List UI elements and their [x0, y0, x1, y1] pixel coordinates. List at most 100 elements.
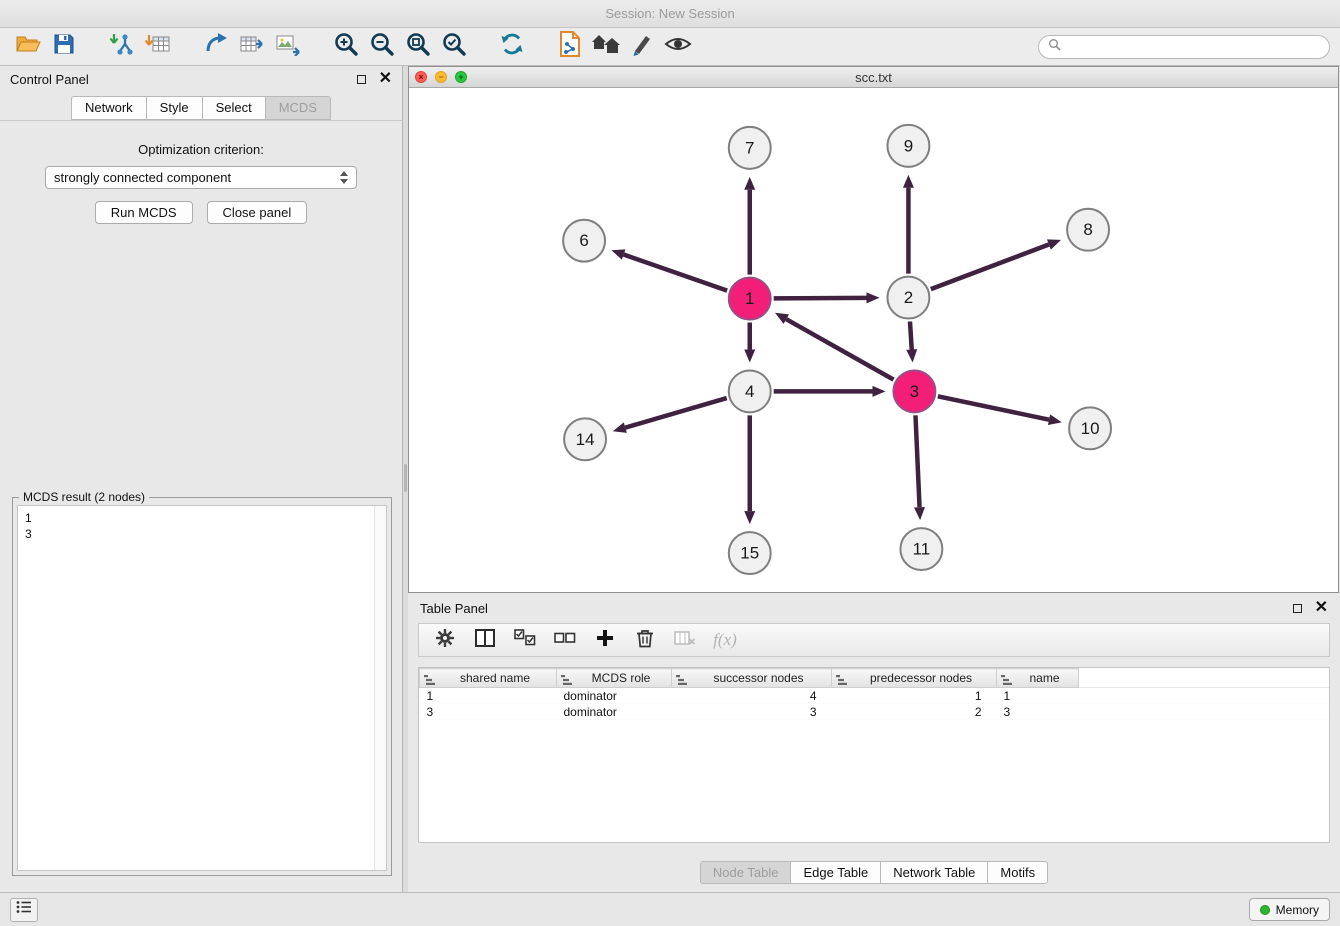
- cell-mcds-role[interactable]: dominator: [557, 704, 672, 720]
- deselect-all-button[interactable]: [553, 628, 577, 652]
- graph-edge-3-10[interactable]: [938, 396, 1049, 419]
- close-window-icon[interactable]: ×: [415, 71, 427, 83]
- table-panel-title: Table Panel: [420, 601, 488, 616]
- zoom-fit-button[interactable]: [400, 31, 436, 63]
- main-toolbar: [0, 28, 1340, 66]
- graph-arrowhead: [867, 292, 880, 303]
- cell-successor-nodes[interactable]: 3: [672, 704, 832, 720]
- criterion-dropdown[interactable]: strongly connected component: [45, 166, 357, 189]
- column-header-mcds-role[interactable]: MCDS role: [557, 669, 672, 688]
- refresh-layout-button[interactable]: [494, 31, 530, 63]
- close-panel-icon[interactable]: ✕: [379, 71, 392, 87]
- tab-mcds[interactable]: MCDS: [265, 96, 331, 120]
- float-panel-icon[interactable]: [357, 75, 366, 84]
- search-box[interactable]: [1038, 35, 1330, 59]
- network-file-icon: [558, 30, 582, 63]
- close-panel-button[interactable]: Close panel: [207, 201, 308, 224]
- show-hide-button[interactable]: [660, 31, 696, 63]
- delete-column-button[interactable]: [633, 628, 657, 652]
- graph-edge-2-8[interactable]: [931, 245, 1049, 290]
- graph-arrowhead: [613, 422, 627, 432]
- graph-arrowhead: [906, 349, 917, 362]
- network-graph[interactable]: 7968124314101511: [409, 88, 1338, 592]
- column-header-shared-name[interactable]: shared name: [420, 669, 557, 688]
- memory-button[interactable]: Memory: [1249, 898, 1330, 921]
- table-row[interactable]: 3 dominator 3 2 3: [420, 704, 1330, 720]
- graph-edge-1-2[interactable]: [774, 298, 867, 299]
- graph-arrowhead: [744, 511, 755, 524]
- tab-node-table[interactable]: Node Table: [700, 861, 791, 884]
- import-network-button[interactable]: [104, 31, 140, 63]
- table-settings-button[interactable]: [433, 628, 457, 652]
- graph-arrowhead: [903, 175, 914, 188]
- export-network-button[interactable]: [198, 31, 234, 63]
- cell-name[interactable]: 1: [997, 688, 1079, 704]
- graph-node-label-8: 8: [1083, 220, 1092, 239]
- maximize-window-icon[interactable]: +: [455, 71, 467, 83]
- select-all-icon: [514, 629, 536, 652]
- column-header-filler: [1079, 669, 1330, 688]
- cell-mcds-role[interactable]: dominator: [557, 688, 672, 704]
- table-row[interactable]: 1 dominator 4 1 1: [420, 688, 1330, 704]
- optimization-criterion-label: Optimization criterion:: [0, 142, 402, 157]
- import-table-button[interactable]: [140, 31, 176, 63]
- search-input[interactable]: [1066, 40, 1320, 54]
- graph-edge-4-14[interactable]: [625, 398, 726, 428]
- cell-shared-name[interactable]: 3: [420, 704, 557, 720]
- cell-predecessor-nodes[interactable]: 1: [832, 688, 997, 704]
- import-network-icon: [109, 32, 135, 61]
- tab-select[interactable]: Select: [202, 96, 265, 120]
- tab-network-table[interactable]: Network Table: [880, 861, 987, 884]
- refresh-icon: [499, 31, 525, 62]
- graph-edge-3-1[interactable]: [786, 319, 893, 379]
- graph-edge-1-6[interactable]: [624, 255, 727, 291]
- run-mcds-button[interactable]: Run MCDS: [95, 201, 193, 224]
- tab-edge-table[interactable]: Edge Table: [790, 861, 880, 884]
- float-table-panel-icon[interactable]: [1293, 604, 1302, 613]
- task-history-button[interactable]: [10, 898, 38, 922]
- open-session-button[interactable]: [10, 31, 46, 63]
- close-table-panel-icon[interactable]: ✕: [1315, 600, 1328, 616]
- tab-style[interactable]: Style: [146, 96, 202, 120]
- table-panel-header: Table Panel ✕: [408, 593, 1340, 623]
- control-panel-title: Control Panel: [10, 72, 89, 87]
- zoom-in-button[interactable]: [328, 31, 364, 63]
- cell-successor-nodes[interactable]: 4: [672, 688, 832, 704]
- network-canvas[interactable]: 7968124314101511: [409, 88, 1338, 592]
- cell-name[interactable]: 3: [997, 704, 1079, 720]
- tab-motifs[interactable]: Motifs: [987, 861, 1048, 884]
- control-panel-tabs: Network Style Select MCDS: [0, 92, 402, 121]
- control-panel: Control Panel ✕ Network Style Select MCD…: [0, 66, 403, 892]
- graph-node-label-3: 3: [910, 382, 919, 401]
- tab-network[interactable]: Network: [71, 96, 146, 120]
- first-neighbors-button[interactable]: [588, 31, 624, 63]
- plus-icon: [595, 628, 615, 653]
- export-image-button[interactable]: [270, 31, 306, 63]
- graph-arrowhead: [744, 177, 755, 190]
- show-columns-button[interactable]: [473, 628, 497, 652]
- result-scrollbar[interactable]: [374, 506, 386, 870]
- style-button[interactable]: [624, 31, 660, 63]
- graph-edge-2-3[interactable]: [910, 321, 912, 349]
- graph-node-label-6: 6: [579, 231, 588, 250]
- minimize-window-icon[interactable]: −: [435, 71, 447, 83]
- network-file-button[interactable]: [552, 31, 588, 63]
- save-session-button[interactable]: [46, 31, 82, 63]
- node-table: shared name MCDS role successor nodes pr…: [418, 667, 1330, 843]
- zoom-selected-button[interactable]: [436, 31, 472, 63]
- zoom-out-button[interactable]: [364, 31, 400, 63]
- sort-icon: [836, 674, 847, 688]
- zoom-out-icon: [369, 31, 395, 62]
- cell-predecessor-nodes[interactable]: 2: [832, 704, 997, 720]
- graph-arrowhead: [914, 507, 925, 520]
- column-header-name[interactable]: name: [997, 669, 1079, 688]
- add-column-button[interactable]: [593, 628, 617, 652]
- graph-edge-3-11[interactable]: [915, 415, 919, 507]
- export-table-button[interactable]: [234, 31, 270, 63]
- cell-shared-name[interactable]: 1: [420, 688, 557, 704]
- column-header-predecessor-nodes[interactable]: predecessor nodes: [832, 669, 997, 688]
- column-header-successor-nodes[interactable]: successor nodes: [672, 669, 832, 688]
- export-network-icon: [204, 32, 228, 61]
- select-all-button[interactable]: [513, 628, 537, 652]
- window-titlebar: Session: New Session: [0, 0, 1340, 28]
